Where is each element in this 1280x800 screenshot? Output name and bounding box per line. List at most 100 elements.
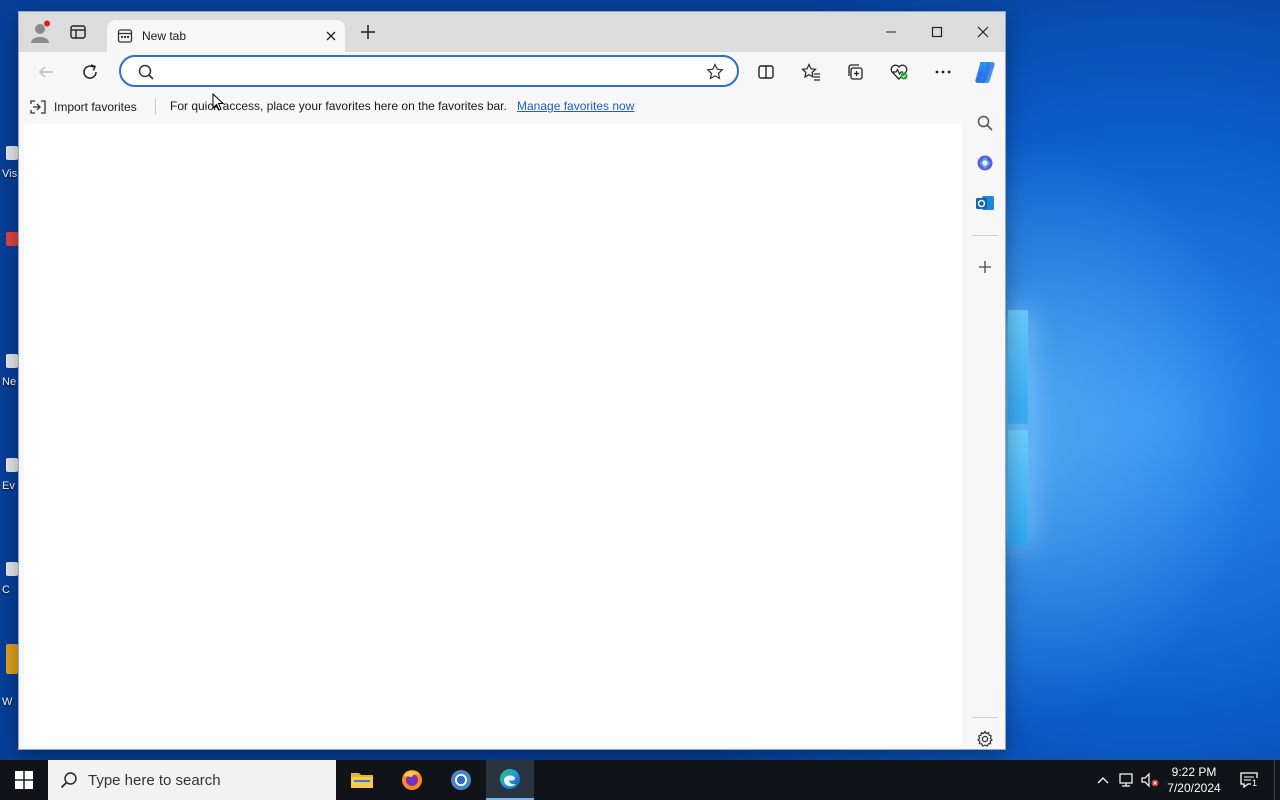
plus-icon — [979, 261, 991, 273]
taskbar-edge[interactable] — [486, 760, 534, 800]
windows-logo-icon — [15, 771, 33, 789]
import-favorites-button[interactable]: Import favorites — [29, 97, 137, 117]
file-explorer-icon — [351, 773, 373, 788]
desktop-icon-label: Ne — [2, 376, 17, 388]
back-button[interactable] — [30, 56, 62, 88]
copilot-button[interactable] — [969, 56, 1001, 88]
wallpaper-logo-top-pane — [1008, 310, 1028, 424]
plus-icon — [361, 25, 375, 39]
desktop-icon-label: Vis — [2, 168, 18, 180]
tab-actions-icon[interactable] — [62, 18, 94, 46]
page-content[interactable] — [24, 124, 962, 746]
taskbar-chrome[interactable] — [437, 760, 485, 800]
desktop-icon[interactable]: W — [0, 644, 18, 708]
favorites-bar-divider — [155, 99, 156, 115]
outlook-icon — [976, 196, 994, 210]
import-favorites-label: Import favorites — [54, 100, 137, 114]
taskbar: Type here to search 9:22 PM 7/20/2024 1 — [0, 760, 1280, 800]
gear-icon — [977, 730, 993, 747]
maximize-icon — [931, 26, 943, 38]
edge-sidebar — [964, 92, 1005, 749]
manage-favorites-link[interactable]: Manage favorites now — [517, 99, 634, 113]
notification-count: 1 — [1251, 778, 1259, 788]
copilot-app-icon — [977, 155, 993, 171]
taskbar-clock[interactable]: 9:22 PM 7/20/2024 — [1162, 764, 1226, 796]
sidebar-copilot-button[interactable] — [970, 148, 1000, 178]
desktop-app-icon — [6, 354, 18, 368]
refresh-icon — [83, 64, 97, 79]
desktop-app-icon — [6, 458, 18, 472]
heart-pulse-icon — [890, 64, 908, 80]
chrome-icon — [451, 770, 471, 790]
tab-title: New tab — [142, 29, 187, 43]
new-tab-button[interactable] — [352, 18, 384, 46]
desktop-icon[interactable]: Ne — [0, 354, 18, 414]
collections-icon — [848, 64, 863, 80]
split-screen-icon — [758, 65, 774, 79]
title-bar: New tab — [19, 12, 1005, 52]
sidebar-settings-button[interactable] — [970, 724, 1000, 754]
address-input[interactable] — [161, 62, 681, 82]
search-icon — [60, 771, 78, 794]
show-hidden-icons-chevron-icon[interactable] — [1093, 770, 1113, 790]
sidebar-divider — [972, 717, 998, 718]
close-window-button[interactable] — [960, 12, 1006, 52]
network-icon[interactable] — [1117, 770, 1137, 790]
start-button[interactable] — [0, 760, 48, 800]
action-center-button[interactable]: 1 — [1234, 768, 1264, 792]
navigation-toolbar — [19, 52, 1005, 92]
taskbar-firefox[interactable] — [388, 760, 436, 800]
taskbar-search-box[interactable]: Type here to search — [48, 760, 336, 800]
sidebar-search-button[interactable] — [970, 108, 1000, 138]
import-icon — [30, 100, 46, 114]
desktop-icon[interactable]: Ev — [0, 458, 18, 518]
sidebar-outlook-button[interactable] — [970, 188, 1000, 218]
desktop-app-icon — [6, 562, 18, 576]
desktop-icon-label: C — [2, 584, 10, 596]
browser-essentials-button[interactable] — [883, 56, 915, 88]
more-options-button[interactable] — [927, 56, 959, 88]
clock-date: 7/20/2024 — [1167, 781, 1221, 795]
address-bar[interactable] — [119, 55, 739, 87]
desktop-app-icon — [6, 232, 18, 246]
maximize-button[interactable] — [914, 12, 960, 52]
desktop-icon[interactable] — [0, 232, 18, 292]
show-desktop-button[interactable] — [1274, 760, 1280, 800]
profile-icon[interactable] — [25, 18, 57, 46]
search-icon — [137, 63, 155, 86]
edge-icon — [500, 769, 520, 789]
desktop-icon[interactable]: C — [0, 562, 18, 622]
clock-time: 9:22 PM — [1171, 765, 1217, 779]
refresh-button[interactable] — [74, 56, 106, 88]
sidebar-add-button[interactable] — [970, 252, 1000, 282]
firefox-icon — [402, 770, 422, 790]
sidebar-divider — [972, 235, 998, 236]
close-icon — [977, 26, 989, 38]
collections-button[interactable] — [839, 56, 871, 88]
copilot-icon — [975, 62, 995, 83]
split-screen-button[interactable] — [750, 56, 782, 88]
desktop-app-icon — [6, 146, 18, 160]
desktop-icon-label: Ev — [2, 480, 15, 492]
close-tab-icon[interactable] — [321, 26, 341, 46]
new-tab-page-icon — [117, 28, 133, 49]
desktop-icon[interactable]: Vis — [0, 146, 18, 206]
mouse-cursor-icon — [212, 92, 225, 111]
star-icon[interactable] — [703, 61, 727, 83]
volume-muted-icon[interactable] — [1140, 770, 1160, 790]
favorites-button[interactable] — [795, 56, 827, 88]
desktop-app-icon — [6, 644, 18, 674]
wallpaper-logo-bottom-pane — [1008, 430, 1028, 546]
favorites-bar: Import favorites For quick access, place… — [19, 92, 963, 122]
tab-new-tab[interactable]: New tab — [107, 20, 345, 52]
more-icon — [935, 70, 951, 74]
back-arrow-icon — [38, 66, 53, 78]
minimize-icon — [886, 31, 896, 33]
desktop-icon-label: W — [2, 696, 13, 708]
search-icon — [977, 115, 993, 131]
minimize-button[interactable] — [868, 12, 914, 52]
browser-window: New tab Import favorites For quick acces… — [18, 11, 1006, 750]
taskbar-file-explorer[interactable] — [338, 760, 386, 800]
taskbar-search-placeholder: Type here to search — [88, 772, 221, 789]
favorites-icon — [801, 63, 820, 81]
